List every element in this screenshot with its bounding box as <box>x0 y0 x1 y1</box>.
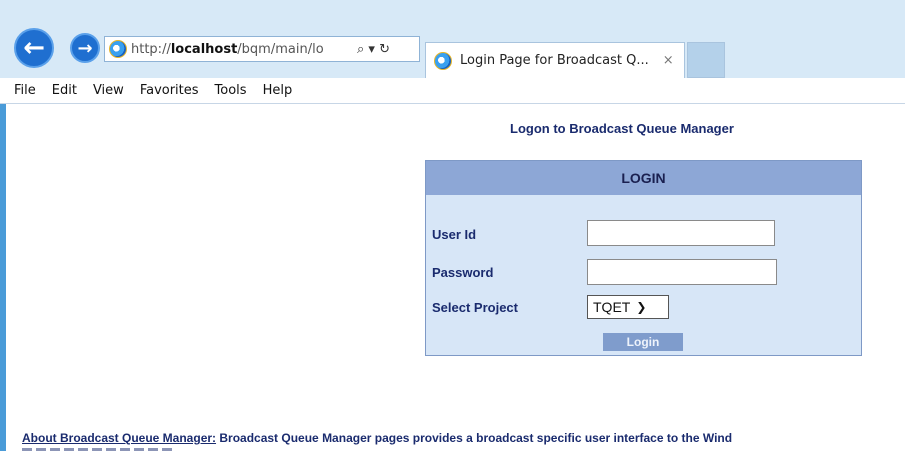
password-label: Password <box>432 265 494 280</box>
tab-favicon-icon <box>434 51 452 70</box>
about-link[interactable]: About Broadcast Queue Manager: <box>22 431 216 445</box>
search-refresh-icons[interactable]: ⌕ ▾ ↻ <box>357 42 390 57</box>
close-icon[interactable]: × <box>663 53 674 68</box>
back-arrow-icon[interactable]: ← <box>14 28 54 68</box>
page-content: Logon to Broadcast Queue Manager LOGIN U… <box>0 104 905 451</box>
select-project-label: Select Project <box>432 300 518 315</box>
user-id-field[interactable] <box>587 220 775 246</box>
ie-favicon-icon <box>109 40 127 58</box>
login-panel: LOGIN User Id Password Select Project TQ… <box>425 160 862 356</box>
login-header: LOGIN <box>426 161 861 195</box>
menu-favorites[interactable]: Favorites <box>140 83 199 98</box>
address-bar[interactable]: http://localhost/bqm/main/lo ⌕ ▾ ↻ <box>104 36 420 62</box>
forward-arrow-icon[interactable]: → <box>70 33 100 63</box>
menu-file[interactable]: File <box>14 83 36 98</box>
project-selected-value: TQET <box>593 299 631 315</box>
chevron-down-icon: ❯ <box>636 300 647 314</box>
about-description: Broadcast Queue Manager pages provides a… <box>216 431 733 445</box>
login-button[interactable]: Login <box>603 333 683 351</box>
menu-edit[interactable]: Edit <box>52 83 77 98</box>
project-select[interactable]: TQET ❯ <box>587 295 669 319</box>
tab-title: Login Page for Broadcast Q... <box>460 53 649 68</box>
browser-chrome: ← → http://localhost/bqm/main/lo ⌕ ▾ ↻ L… <box>0 0 905 78</box>
menu-tools[interactable]: Tools <box>215 83 247 98</box>
new-tab-button[interactable] <box>687 42 725 78</box>
password-field[interactable] <box>587 259 777 285</box>
menu-help[interactable]: Help <box>263 83 293 98</box>
page-title: Logon to Broadcast Queue Manager <box>510 121 734 136</box>
user-id-label: User Id <box>432 227 477 242</box>
menu-bar: File Edit View Favorites Tools Help <box>0 78 905 104</box>
tab-login-page[interactable]: Login Page for Broadcast Q... × <box>425 42 685 78</box>
about-section: About Broadcast Queue Manager: Broadcast… <box>22 431 732 445</box>
url-text[interactable]: http://localhost/bqm/main/lo <box>131 42 353 57</box>
menu-view[interactable]: View <box>93 83 124 98</box>
